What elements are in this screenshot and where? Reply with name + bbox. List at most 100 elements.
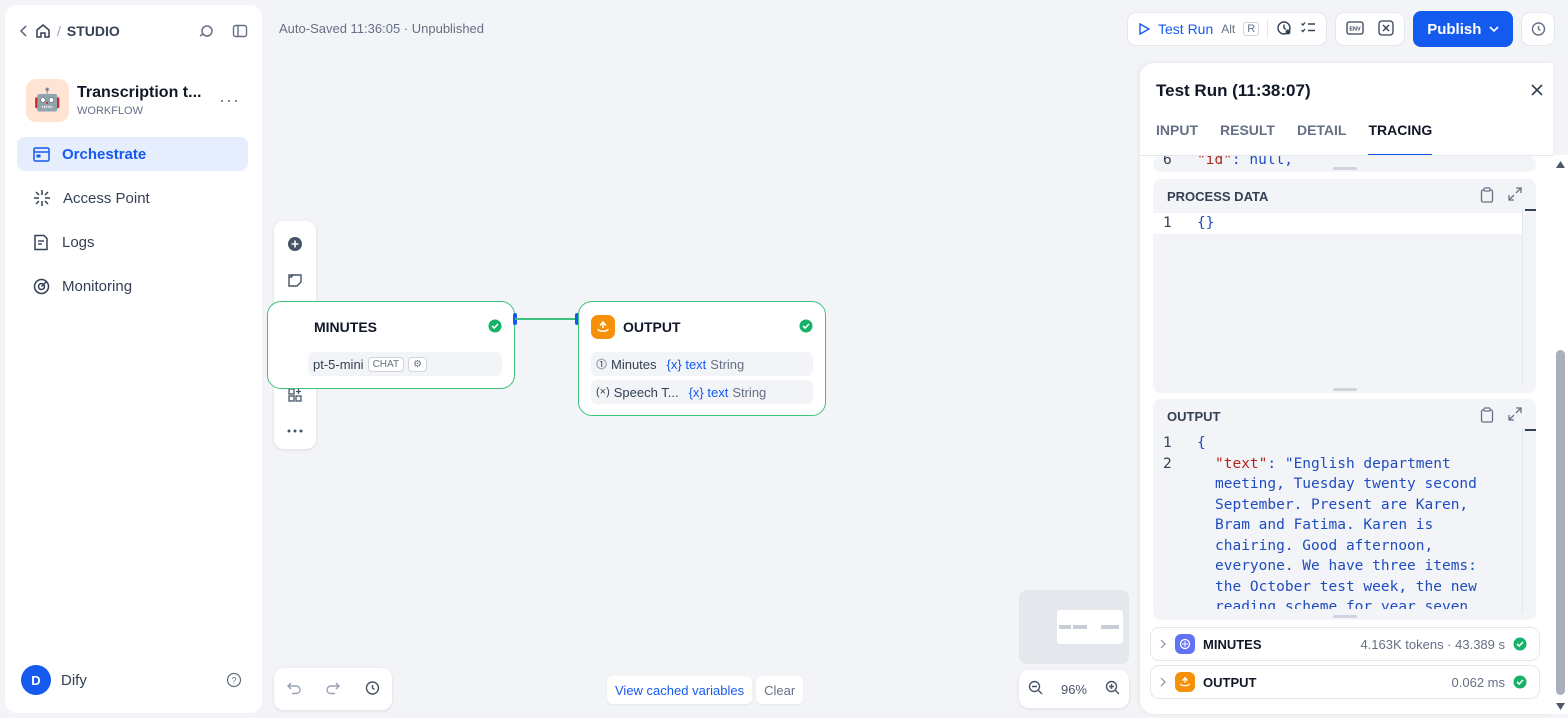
line-number: 2 [1163,455,1172,472]
zoom-control: 96% [1019,670,1129,708]
env-tools: ENV [1335,12,1406,46]
minimap[interactable] [1019,590,1129,664]
success-check-icon [1513,637,1527,651]
checklist-icon[interactable] [1300,21,1316,38]
line-number: 1 [1163,435,1172,451]
tab-result[interactable]: RESULT [1220,122,1275,156]
clear-button[interactable]: Clear [756,676,804,704]
home-icon[interactable] [35,23,51,39]
var-type: String [732,384,767,400]
sidebar-item-orchestrate[interactable]: Orchestrate [17,137,248,171]
json-value: : "English department meeting, Tuesday t… [1215,455,1477,610]
user-menu[interactable]: D Dify ? [21,665,242,695]
env-icon[interactable]: ENV [1346,20,1364,38]
history-icon [1532,22,1546,36]
line-number: 1 [1163,215,1172,231]
panel-scrollbar[interactable] [1553,155,1568,714]
more-icon[interactable] [279,416,311,446]
run-history-icon[interactable] [1276,20,1292,39]
model-row: pt-5-mini CHAT ⚙ [308,352,502,376]
more-icon[interactable]: ··· [219,90,240,111]
zoom-in-icon[interactable] [1105,680,1120,698]
sidebar-nav: Orchestrate Access Point Logs Monitoring [17,137,248,313]
expand-icon[interactable] [1508,186,1522,206]
svg-text:?: ? [231,676,236,686]
sidebar-toggle-icon[interactable] [232,24,248,38]
history-toolbar [274,668,392,710]
tab-tracing[interactable]: TRACING [1368,122,1433,156]
trace-row-output[interactable]: OUTPUT 0.062 ms [1150,665,1540,699]
app-type: WORKFLOW [77,104,143,117]
panel-tabs: INPUT RESULT DETAIL TRACING [1156,122,1433,156]
scrollbar-thumb[interactable] [1556,350,1565,695]
breadcrumb-separator: / [57,23,61,39]
orchestrate-icon [33,146,50,162]
undo-icon[interactable] [286,681,302,698]
breadcrumb-studio[interactable]: STUDIO [67,23,120,39]
app-header[interactable]: 🤖 Transcription t... WORKFLOW ··· [26,73,248,127]
help-icon[interactable]: ? [226,672,242,688]
test-run-button[interactable]: Test Run Alt R [1138,21,1260,37]
sidebar-item-monitoring[interactable]: Monitoring [17,269,248,303]
test-run-panel: Test Run (11:38:07) INPUT RESULT DETAIL … [1140,63,1553,714]
play-icon [1139,23,1150,35]
copy-icon[interactable] [1480,186,1494,206]
sidebar-item-label: Logs [62,233,95,251]
chevron-left-icon[interactable] [19,24,29,38]
output-block: OUTPUT 1 { 2 "text": "English department… [1153,399,1536,620]
zoom-level[interactable]: 96% [1061,682,1087,697]
resize-handle[interactable] [1332,167,1357,170]
expand-icon[interactable] [1508,406,1522,426]
sidebar-item-label: Monitoring [62,277,133,295]
close-icon[interactable] [1531,83,1543,99]
version-history-button[interactable] [1521,12,1556,46]
divider [1267,20,1269,38]
var-source: Minutes [611,356,657,372]
block-label: PROCESS DATA [1167,188,1269,204]
zoom-out-icon[interactable] [1028,680,1043,698]
add-note-icon[interactable] [279,265,311,295]
node-title: MINUTES [314,319,377,335]
node-title: OUTPUT [623,319,681,335]
redo-icon[interactable] [325,681,341,698]
output-node-icon [1175,672,1195,692]
scroll-up-icon[interactable] [1556,161,1565,168]
process-data-block: PROCESS DATA 1 {} [1153,179,1536,393]
publish-button[interactable]: Publish [1413,11,1514,47]
model-name: pt-5-mini [313,356,364,372]
variable-icon: (×) [596,386,610,398]
shortcut-r: R [1243,22,1260,36]
add-node-icon[interactable] [279,229,311,259]
code-scrollbar[interactable] [1522,429,1536,613]
tab-input[interactable]: INPUT [1156,122,1198,156]
sync-icon[interactable] [198,23,214,39]
copy-icon[interactable] [1480,406,1494,426]
output-var-row: ⓵ Minutes {x} text String [591,352,813,376]
node-minutes[interactable]: MINUTES pt-5-mini CHAT ⚙ [267,301,515,389]
trace-node-name: MINUTES [1203,636,1262,652]
tab-detail[interactable]: DETAIL [1297,122,1347,156]
success-check-icon [488,319,502,336]
node-output[interactable]: OUTPUT ⓵ Minutes {x} text String (×) Spe… [578,301,826,416]
cached-vars-bar: View cached variables Clear [607,676,804,704]
scroll-down-icon[interactable] [1556,703,1565,710]
trace-row-minutes[interactable]: MINUTES 4.163K tokens · 43.389 s [1150,627,1540,661]
edge-connection[interactable] [515,318,577,320]
history-icon[interactable] [364,680,380,699]
resize-handle[interactable] [1332,388,1357,391]
user-name: Dify [61,671,87,689]
svg-text:ENV: ENV [1350,26,1362,32]
chevron-right-icon [1160,677,1166,687]
sidebar-item-logs[interactable]: Logs [17,225,248,259]
access-point-icon [33,189,51,207]
output-var-row: (×) Speech T... {x} text String [591,380,813,404]
variables-icon[interactable] [1378,19,1394,39]
sidebar-item-access-point[interactable]: Access Point [17,181,248,215]
resize-handle[interactable] [1332,615,1357,618]
previous-code-block: 6 "id": null, [1153,156,1536,172]
model-mode-chip: CHAT [367,356,405,372]
view-cached-variables-button[interactable]: View cached variables [607,676,753,704]
code-scrollbar[interactable] [1522,209,1536,385]
sidebar: / STUDIO 🤖 Transcription t... WORKFLOW ·… [5,5,262,713]
chevron-down-icon [1489,26,1499,32]
